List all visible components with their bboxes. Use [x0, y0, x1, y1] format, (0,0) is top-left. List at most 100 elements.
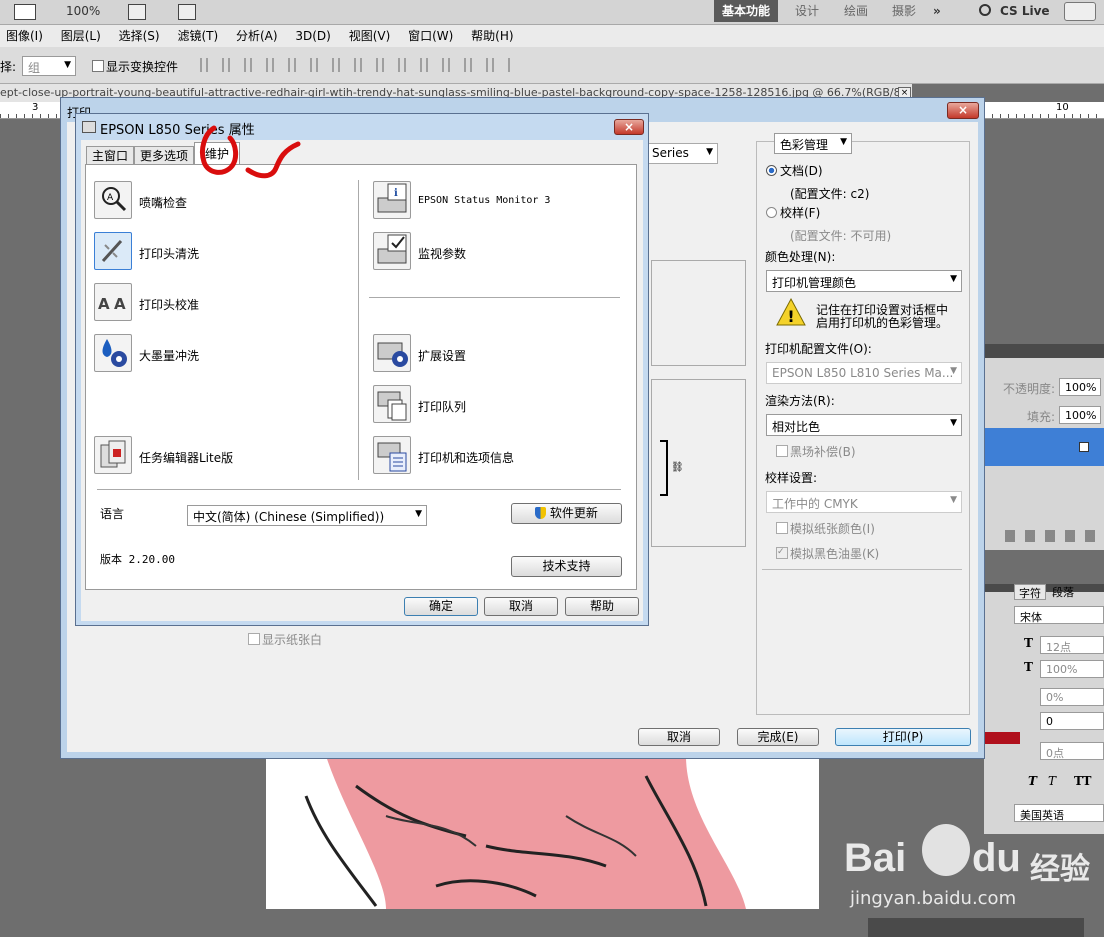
- head-alignment-button[interactable]: AA: [94, 283, 132, 321]
- printer-profile-value: EPSON L850 L810 Series Ma...: [772, 366, 954, 380]
- black-point-checkbox[interactable]: [776, 445, 788, 457]
- print-cancel-button[interactable]: 取消: [638, 728, 720, 746]
- epson-ok-button[interactable]: 确定: [404, 597, 478, 616]
- proof-setup-label: 校样设置:: [765, 471, 818, 485]
- extended-settings-label: 扩展设置: [418, 349, 467, 363]
- simulate-ink-checkbox[interactable]: ✓: [776, 547, 788, 559]
- head-cleaning-button[interactable]: [94, 232, 132, 270]
- tab-para[interactable]: 段落: [1048, 584, 1078, 599]
- svg-text:A: A: [114, 295, 126, 313]
- divider: [762, 569, 962, 570]
- workspace-design[interactable]: 设计: [795, 0, 819, 22]
- layer-row-selected[interactable]: [985, 428, 1104, 466]
- font-size-input[interactable]: 12点: [1040, 636, 1104, 654]
- status-monitor-button[interactable]: i: [373, 181, 411, 219]
- render-intent-label: 渲染方法(R):: [765, 394, 835, 408]
- printer-profile-label: 打印机配置文件(O):: [765, 342, 872, 356]
- printer-select-value: Series: [652, 146, 689, 160]
- tech-support-button[interactable]: 技术支持: [511, 556, 622, 577]
- baidu-jingyan-text: 经验: [1030, 852, 1090, 887]
- menu-3d[interactable]: 3D(D): [295, 25, 330, 47]
- align-icons[interactable]: [200, 58, 510, 72]
- render-intent-select[interactable]: 相对比色 ▼: [766, 414, 962, 436]
- menu-filter[interactable]: 滤镜(T): [177, 25, 218, 47]
- ps-zoom-value[interactable]: 100%: [66, 0, 100, 22]
- monitoring-prefs-button[interactable]: [373, 232, 411, 270]
- scale-input[interactable]: 100%: [1040, 660, 1104, 678]
- color-swatch[interactable]: [984, 732, 1020, 744]
- chevron-down-icon: ▼: [950, 495, 957, 505]
- power-cleaning-button[interactable]: [94, 334, 132, 372]
- tracking-value: 0%: [1046, 691, 1064, 704]
- auto-select-dropdown[interactable]: 组 ▼: [22, 56, 76, 76]
- menu-analysis[interactable]: 分析(A): [236, 25, 278, 47]
- workspace-photo[interactable]: 摄影: [892, 0, 916, 22]
- font-size-icon: T: [1024, 636, 1033, 650]
- opacity-input[interactable]: 100%: [1059, 378, 1101, 396]
- svg-text:!: !: [787, 307, 794, 326]
- all-caps-button[interactable]: TT: [1074, 774, 1091, 788]
- color-management-select[interactable]: 色彩管理 ▼: [774, 133, 852, 154]
- print-done-button[interactable]: 完成(E): [737, 728, 819, 746]
- menu-help[interactable]: 帮助(H): [471, 25, 513, 47]
- menu-window[interactable]: 窗口(W): [408, 25, 453, 47]
- faux-italic-button[interactable]: T: [1048, 774, 1056, 788]
- epson-close-button[interactable]: ×: [614, 119, 644, 135]
- show-transform-checkbox[interactable]: [92, 60, 104, 72]
- proof-radio[interactable]: [766, 207, 777, 218]
- software-update-button[interactable]: 软件更新: [511, 503, 622, 524]
- workspace-more-icon[interactable]: »: [933, 0, 941, 22]
- epson-language-select[interactable]: 中文(简体) (Chinese (Simplified)) ▼: [187, 505, 427, 526]
- workspace-paint[interactable]: 绘画: [844, 0, 868, 22]
- printer-profile-select[interactable]: EPSON L850 L810 Series Ma... ▼: [766, 362, 962, 384]
- cslive-button[interactable]: CS Live: [1000, 0, 1050, 22]
- power-cleaning-label: 大墨量冲洗: [139, 349, 200, 363]
- font-family-select[interactable]: 宋体: [1014, 606, 1104, 624]
- color-management-value: 色彩管理: [780, 138, 829, 152]
- simulate-paper-checkbox[interactable]: [776, 522, 788, 534]
- ps-minimize-button[interactable]: [1064, 2, 1096, 21]
- menu-select[interactable]: 选择(S): [119, 25, 160, 47]
- proof-setup-select[interactable]: 工作中的 CMYK ▼: [766, 491, 962, 513]
- fill-input[interactable]: 100%: [1059, 406, 1101, 424]
- chevron-down-icon: ▼: [950, 274, 957, 284]
- ps-screen-mode-icon[interactable]: [14, 4, 36, 20]
- print-button[interactable]: 打印(P): [835, 728, 971, 746]
- head-cleaning-label: 打印头清洗: [139, 247, 200, 261]
- nozzle-check-button[interactable]: A: [94, 181, 132, 219]
- ps-arrange-icon[interactable]: [128, 4, 146, 20]
- ps-screen-icon[interactable]: [178, 4, 196, 20]
- epson-cancel-button[interactable]: 取消: [484, 597, 558, 616]
- baidu-logo-text: Bai: [844, 836, 907, 880]
- opacity-value: 100%: [1065, 381, 1097, 394]
- nozzle-check-label: 喷嘴检查: [139, 196, 188, 210]
- ruler-mark-10: 10: [1056, 102, 1069, 113]
- epson-tab-panel: [85, 164, 637, 590]
- tab-char[interactable]: 字符: [1014, 584, 1046, 600]
- show-paper-white-checkbox[interactable]: [248, 633, 260, 645]
- baseline-input[interactable]: 0点: [1040, 742, 1104, 760]
- auto-select-value: 组: [28, 61, 41, 75]
- print-queue-button[interactable]: [373, 385, 411, 423]
- kerning-input[interactable]: 0: [1040, 712, 1104, 730]
- print-dialog-close-button[interactable]: ×: [947, 102, 979, 119]
- tracking-input[interactable]: 0%: [1040, 688, 1104, 706]
- tab-main[interactable]: 主窗口: [86, 146, 134, 165]
- workspace-active[interactable]: 基本功能: [714, 0, 778, 22]
- extended-settings-button[interactable]: [373, 334, 411, 372]
- document-radio[interactable]: [766, 165, 777, 176]
- epson-help-button[interactable]: 帮助: [565, 597, 639, 616]
- layers-panel: 不透明度: 100% 填充: 100%: [984, 344, 1104, 550]
- fill-label: 填充:: [1027, 410, 1056, 424]
- color-handling-select[interactable]: 打印机管理颜色 ▼: [766, 270, 962, 292]
- menu-layer[interactable]: 图层(L): [61, 25, 101, 47]
- printer-info-button[interactable]: [373, 436, 411, 474]
- svg-text:A: A: [98, 295, 110, 313]
- job-arranger-button[interactable]: [94, 436, 132, 474]
- printer-select[interactable]: Series ▼: [646, 143, 718, 164]
- menu-view[interactable]: 视图(V): [349, 25, 391, 47]
- layers-footer-icons[interactable]: [1005, 530, 1101, 542]
- menu-image[interactable]: 图像(I): [6, 25, 43, 47]
- faux-bold-button[interactable]: T: [1028, 774, 1037, 788]
- fill-value: 100%: [1065, 409, 1097, 422]
